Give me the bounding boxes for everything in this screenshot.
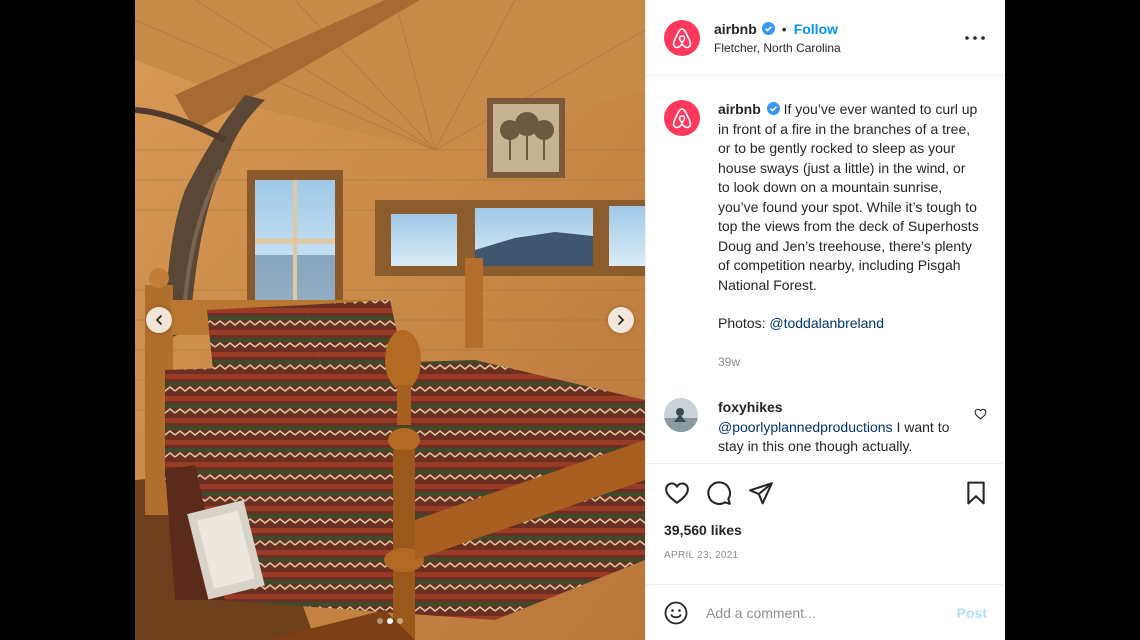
post-date[interactable]: APRIL 23, 2021: [664, 550, 987, 561]
comment-item: foxyhikes @poorlyplannedproductions I wa…: [664, 398, 987, 457]
treehouse-bedroom-image: [135, 0, 645, 640]
verified-icon: [761, 22, 775, 35]
post-header: airbnb • Follow Fletcher, North Carolina: [646, 0, 1005, 76]
comment-input[interactable]: [704, 603, 957, 622]
post-location[interactable]: Fletcher, North Carolina: [714, 41, 963, 55]
photo-credit-label: Photos:: [718, 315, 770, 331]
like-comment-button[interactable]: [974, 407, 987, 425]
like-count[interactable]: 39,560 likes: [664, 522, 987, 538]
airbnb-logo-icon: [672, 27, 692, 48]
add-comment-bar: Post: [646, 584, 1005, 640]
share-button[interactable]: [748, 481, 774, 505]
caption-avatar[interactable]: [664, 100, 700, 136]
photo-credit: Photos: @toddalanbreland: [718, 314, 980, 334]
account-username[interactable]: airbnb: [714, 21, 757, 37]
post-actions: 39,560 likes APRIL 23, 2021: [646, 464, 1005, 561]
verified-icon: [766, 102, 780, 115]
carousel-dot: [387, 618, 393, 624]
more-options-button[interactable]: [963, 35, 987, 40]
caption-username[interactable]: airbnb: [718, 101, 761, 117]
post-comment-button[interactable]: Post: [957, 605, 987, 621]
save-button[interactable]: [965, 481, 987, 505]
comment-icon: [707, 481, 731, 505]
chevron-right-icon: [618, 315, 625, 325]
commenter-avatar[interactable]: [664, 398, 698, 432]
heart-icon: [974, 408, 987, 420]
account-avatar[interactable]: [664, 19, 700, 56]
comments-section: airbnb If you’ve ever wanted to curl up …: [646, 76, 1005, 464]
post-age[interactable]: 39w: [718, 353, 980, 373]
more-options-icon: [965, 35, 985, 40]
carousel-dot: [397, 618, 403, 624]
share-icon: [749, 482, 773, 505]
emoji-icon: [664, 601, 688, 624]
emoji-button[interactable]: [664, 601, 688, 625]
like-button[interactable]: [664, 481, 690, 505]
instagram-post: airbnb • Follow Fletcher, North Carolina: [135, 0, 1005, 640]
follow-button[interactable]: Follow: [794, 21, 838, 37]
comment-button[interactable]: [706, 480, 732, 506]
comment-mention[interactable]: @poorlyplannedproductions: [718, 419, 893, 435]
carousel-dot: [377, 618, 383, 624]
heart-icon: [665, 482, 689, 505]
airbnb-logo-icon: [672, 108, 692, 129]
bookmark-icon: [967, 481, 985, 505]
caption-text: If you’ve ever wanted to curl up in fron…: [718, 101, 979, 293]
post-sidebar: airbnb • Follow Fletcher, North Carolina: [645, 0, 1005, 640]
post-caption: airbnb If you’ve ever wanted to curl up …: [664, 76, 987, 372]
chevron-left-icon: [155, 315, 162, 325]
commenter-username[interactable]: foxyhikes: [718, 398, 956, 418]
post-photo[interactable]: [135, 0, 645, 640]
separator-dot: •: [781, 20, 787, 37]
previous-photo-button[interactable]: [146, 307, 172, 333]
avatar-photo: [664, 398, 698, 432]
carousel-indicator: [135, 618, 645, 624]
photo-credit-mention[interactable]: @toddalanbreland: [769, 315, 884, 331]
next-photo-button[interactable]: [608, 307, 634, 333]
